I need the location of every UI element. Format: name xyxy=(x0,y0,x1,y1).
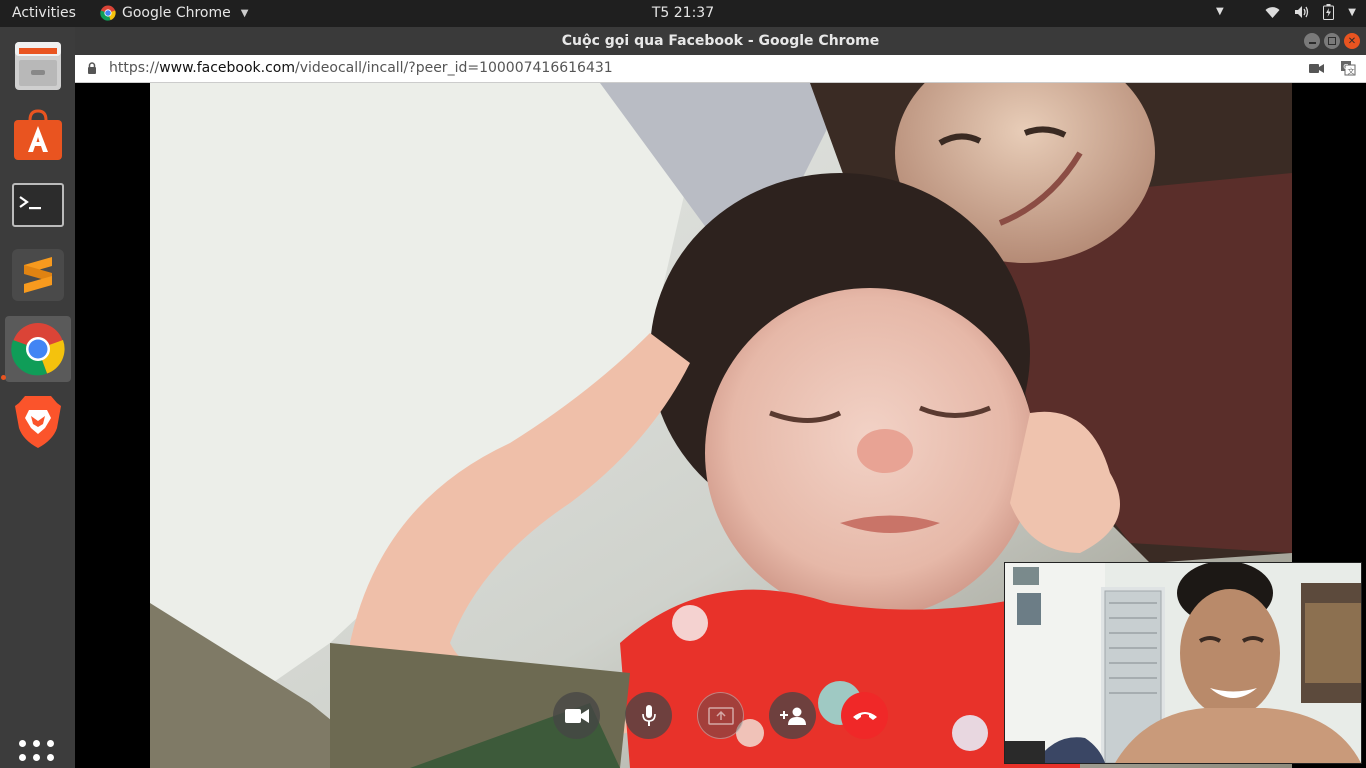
app-menu-label: Google Chrome xyxy=(122,5,231,21)
window-titlebar[interactable]: Cuộc gọi qua Facebook - Google Chrome ✕ xyxy=(75,27,1366,55)
add-person-button[interactable] xyxy=(769,692,816,739)
lock-icon xyxy=(88,62,96,74)
url-text[interactable]: https://www.facebook.com/videocall/incal… xyxy=(109,60,613,76)
chevron-down-icon: ▼ xyxy=(240,7,249,19)
dock-chrome[interactable] xyxy=(5,316,71,382)
url-scheme: https:// xyxy=(109,60,160,76)
volume-icon xyxy=(1295,6,1309,18)
toggle-microphone-button[interactable] xyxy=(625,692,672,739)
end-call-button[interactable] xyxy=(841,692,888,739)
dock-files[interactable] xyxy=(5,32,71,98)
app-menu[interactable]: Google Chrome ▼ xyxy=(100,5,248,21)
show-applications-icon[interactable] xyxy=(19,740,55,768)
url-path: /videocall/incall/?peer_id=1000074166164… xyxy=(295,60,613,76)
clock[interactable]: T5 21:37 xyxy=(652,5,714,21)
dock-software-center[interactable] xyxy=(5,102,71,168)
chrome-icon xyxy=(11,323,65,376)
video-camera-icon xyxy=(564,708,589,723)
running-indicator xyxy=(1,375,6,380)
end-call-icon xyxy=(852,711,877,720)
system-menu-chevron-icon: ▼ xyxy=(1348,6,1356,18)
video-call-page xyxy=(75,83,1366,768)
activities-button[interactable]: Activities xyxy=(12,5,76,21)
battery-icon xyxy=(1323,4,1335,20)
chrome-small-icon xyxy=(100,5,116,21)
translate-icon[interactable]: G 文 xyxy=(1340,60,1356,76)
terminal-icon xyxy=(12,183,64,227)
tray-dropdown-icon[interactable]: ▼ xyxy=(1216,6,1224,17)
screen-share-icon xyxy=(707,706,734,725)
minimize-icon[interactable] xyxy=(1304,33,1320,49)
url-host: www.facebook.com xyxy=(159,60,295,76)
brave-icon xyxy=(15,396,61,448)
microphone-icon xyxy=(641,704,656,726)
files-icon xyxy=(15,42,61,90)
software-center-icon xyxy=(14,109,62,160)
self-view-video[interactable] xyxy=(1004,562,1362,764)
window-title: Cuộc gọi qua Facebook - Google Chrome xyxy=(561,33,880,49)
close-icon[interactable]: ✕ xyxy=(1344,33,1360,49)
add-person-icon xyxy=(779,707,806,725)
top-panel: Activities Google Chrome ▼ T5 21:37 ▼ ▼ xyxy=(0,0,1366,27)
svg-text:文: 文 xyxy=(1348,67,1355,76)
maximize-icon[interactable] xyxy=(1324,33,1340,49)
wifi-icon xyxy=(1265,6,1280,18)
sublime-text-icon xyxy=(12,249,64,301)
toggle-camera-button[interactable] xyxy=(553,692,600,739)
dock-brave[interactable] xyxy=(5,389,71,455)
call-controls xyxy=(553,692,888,739)
system-tray[interactable]: ▼ xyxy=(1265,4,1356,20)
screen-share-button[interactable] xyxy=(697,692,744,739)
dock-terminal[interactable] xyxy=(5,172,71,238)
address-bar[interactable]: https://www.facebook.com/videocall/incal… xyxy=(75,55,1366,83)
camera-in-use-icon[interactable] xyxy=(1309,63,1324,74)
dock xyxy=(0,27,75,768)
dock-sublime-text[interactable] xyxy=(5,242,71,308)
